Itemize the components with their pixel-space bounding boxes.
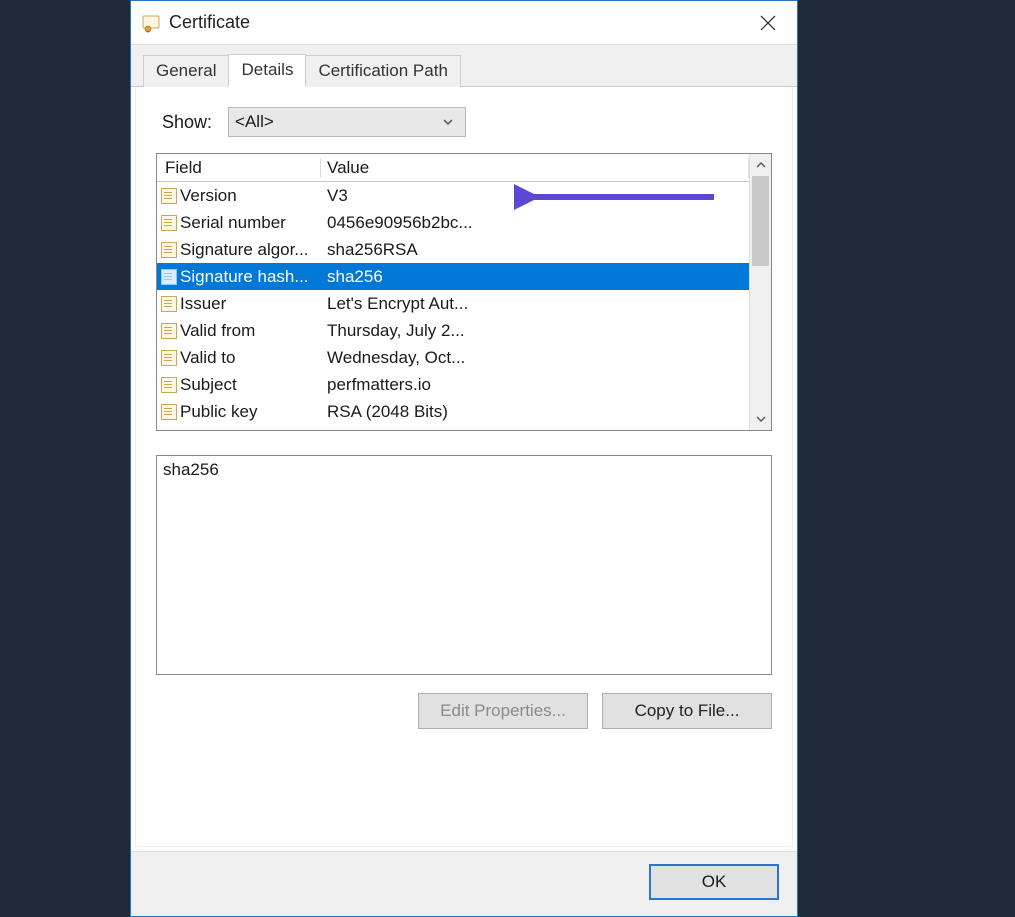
cell-field-text: Serial number (180, 213, 286, 233)
tab-certification-path[interactable]: Certification Path (305, 55, 460, 87)
field-document-icon (161, 323, 177, 339)
cell-field: Valid to (157, 348, 321, 368)
tab-details[interactable]: Details (228, 54, 306, 87)
cell-field-text: Signature hash... (180, 267, 309, 287)
close-icon (760, 15, 776, 31)
tabstrip: General Details Certification Path (131, 45, 797, 87)
cell-field: Subject (157, 375, 321, 395)
copy-to-file-button[interactable]: Copy to File... (602, 693, 772, 729)
certificate-dialog: Certificate General Details Certificatio… (130, 0, 798, 917)
field-document-icon (161, 269, 177, 285)
cell-field-text: Signature algor... (180, 240, 309, 260)
list-row[interactable]: Valid to Wednesday, Oct... (157, 344, 749, 371)
action-button-row: Edit Properties... Copy to File... (156, 693, 772, 729)
show-dropdown-value: <All> (235, 112, 274, 132)
certificate-fields-list: Field Value Version V3 Serial number 0456e9… (156, 153, 772, 431)
dialog-body: Show: <All> Field Value Version V3 Serial … (135, 87, 793, 847)
cell-value: sha256RSA (321, 240, 749, 260)
titlebar: Certificate (131, 1, 797, 45)
field-document-icon (161, 188, 177, 204)
show-label: Show: (162, 112, 212, 133)
tab-general[interactable]: General (143, 55, 229, 87)
cell-field: Valid from (157, 321, 321, 341)
field-document-icon (161, 350, 177, 366)
cell-value: Thursday, July 2... (321, 321, 749, 341)
cell-field-text: Version (180, 186, 237, 206)
list-row[interactable]: Valid from Thursday, July 2... (157, 317, 749, 344)
edit-properties-button: Edit Properties... (418, 693, 588, 729)
list-header: Field Value (157, 154, 749, 182)
cell-field: Serial number (157, 213, 321, 233)
column-header-field[interactable]: Field (157, 158, 321, 178)
field-document-icon (161, 377, 177, 393)
cell-field-text: Public key (180, 402, 257, 422)
cell-value: 0456e90956b2bc... (321, 213, 749, 233)
show-row: Show: <All> (162, 107, 772, 137)
cell-field: Public key (157, 402, 321, 422)
cell-field-text: Valid from (180, 321, 255, 341)
cell-field: Signature algor... (157, 240, 321, 260)
scroll-thumb[interactable] (752, 176, 769, 266)
cell-field: Signature hash... (157, 267, 321, 287)
field-document-icon (161, 296, 177, 312)
field-detail-box[interactable]: sha256 (156, 455, 772, 675)
cell-field-text: Issuer (180, 294, 226, 314)
list-row[interactable]: Public key RSA (2048 Bits) (157, 398, 749, 425)
list-row[interactable]: Issuer Let's Encrypt Aut... (157, 290, 749, 317)
field-document-icon (161, 404, 177, 420)
cell-value: Wednesday, Oct... (321, 348, 749, 368)
scroll-up-icon[interactable] (750, 154, 771, 176)
window-title: Certificate (169, 12, 250, 33)
cell-value: V3 (321, 186, 749, 206)
cell-field: Version (157, 186, 321, 206)
list-scrollbar[interactable] (749, 154, 771, 430)
chevron-down-icon (437, 111, 459, 133)
ok-button[interactable]: OK (649, 864, 779, 900)
field-document-icon (161, 215, 177, 231)
list-row[interactable]: Signature hash... sha256 (157, 263, 749, 290)
cell-value: sha256 (321, 267, 749, 287)
cell-field-text: Subject (180, 375, 237, 395)
cell-value: RSA (2048 Bits) (321, 402, 749, 422)
dialog-footer: OK (131, 851, 797, 916)
cell-field-text: Valid to (180, 348, 235, 368)
list-row[interactable]: Version V3 (157, 182, 749, 209)
cell-field: Issuer (157, 294, 321, 314)
scroll-track[interactable] (750, 176, 771, 408)
certificate-icon (141, 13, 161, 33)
cell-value: Let's Encrypt Aut... (321, 294, 749, 314)
list-row[interactable]: Serial number 0456e90956b2bc... (157, 209, 749, 236)
list-row[interactable]: Signature algor... sha256RSA (157, 236, 749, 263)
show-dropdown[interactable]: <All> (228, 107, 466, 137)
list-row[interactable]: Subject perfmatters.io (157, 371, 749, 398)
scroll-down-icon[interactable] (750, 408, 771, 430)
column-header-value[interactable]: Value (321, 158, 749, 178)
close-button[interactable] (739, 1, 797, 45)
field-document-icon (161, 242, 177, 258)
cell-value: perfmatters.io (321, 375, 749, 395)
